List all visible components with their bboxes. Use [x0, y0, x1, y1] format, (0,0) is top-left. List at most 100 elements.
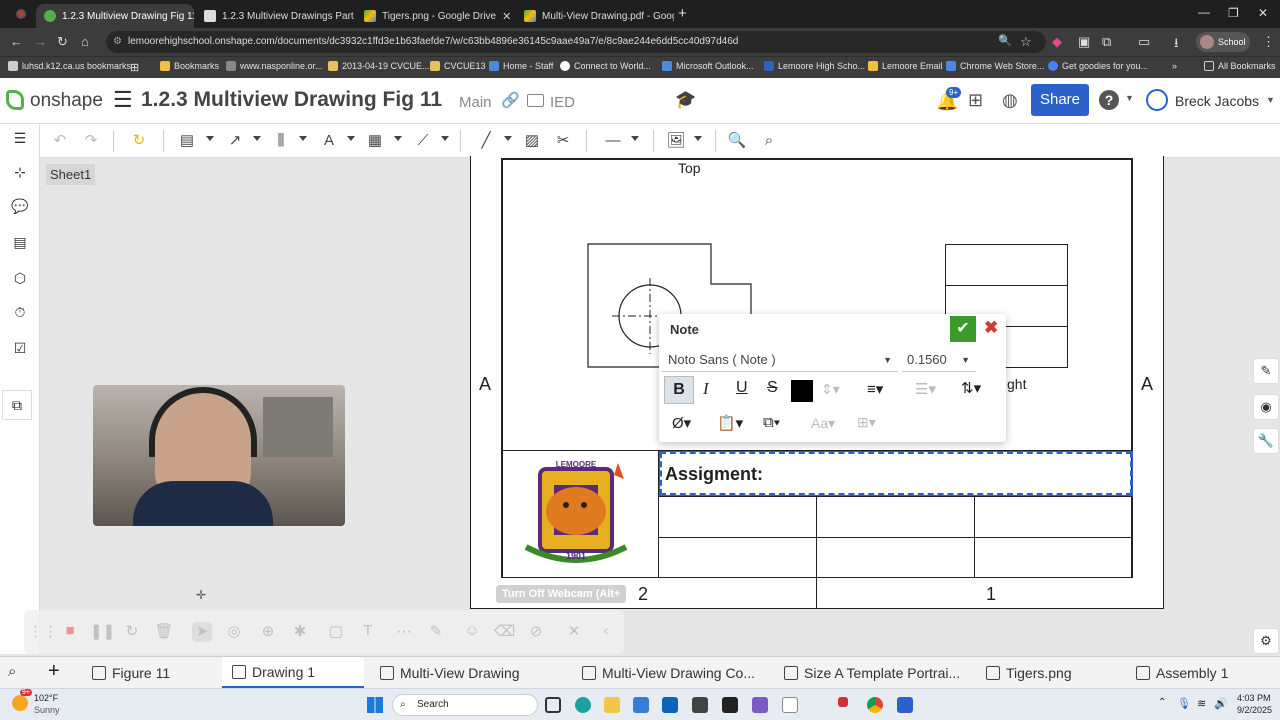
text-color-button[interactable] [791, 380, 813, 402]
comments-icon[interactable]: 💬 [10, 198, 30, 218]
graduation-cap-icon[interactable]: 🎓 [675, 90, 696, 110]
emoji-icon[interactable]: ☺ [462, 622, 482, 642]
store-icon[interactable] [633, 697, 649, 713]
note-icon[interactable]: A [318, 130, 340, 152]
menu-dots-icon[interactable]: ⋮ [1262, 34, 1275, 50]
paste-icon[interactable]: 📋▾ [717, 414, 743, 432]
pointer-icon[interactable]: ➤ [192, 622, 212, 642]
wifi-icon[interactable]: ≋ [1197, 697, 1206, 710]
line-style-icon[interactable]: — [602, 130, 624, 152]
tab-multiview-fig11[interactable]: 1.2.3 Multiview Drawing Fig 11✕ [36, 4, 194, 28]
tab-size-a-template[interactable]: Size A Template Portrai... [774, 657, 970, 688]
assignment-note-text[interactable]: Assigment: [665, 464, 763, 485]
drawing-canvas[interactable]: Sheet1 ⧉ A A Top ght Assigment: LEMOORE … [2, 156, 1250, 654]
onshape-logo[interactable]: onshape [30, 90, 103, 112]
bold-button[interactable]: B [664, 376, 694, 404]
chrome-icon[interactable] [867, 697, 883, 713]
user-name[interactable]: Breck Jacobs [1175, 93, 1259, 109]
edge-icon[interactable] [575, 697, 591, 713]
tab-tigers-drive[interactable]: Tigers.png - Google Drive ✕ [356, 4, 514, 28]
spotlight-icon[interactable]: ◎ [224, 622, 244, 642]
bookmark-item[interactable]: www.nasponline.or... [226, 61, 323, 71]
eraser-icon[interactable]: ⌫ [494, 622, 515, 642]
tab-multiview-pdf[interactable]: Multi-View Drawing.pdf - Goog✕ [516, 4, 674, 28]
pause-icon[interactable]: ❚❚ [90, 622, 115, 642]
undo-icon[interactable]: ↶ [49, 130, 71, 152]
share-button[interactable]: Share [1031, 84, 1089, 116]
weather-text[interactable]: Sunny [34, 705, 60, 715]
trim-scissors-icon[interactable]: ✂ [552, 130, 574, 152]
zoom-icon[interactable]: 🔍 [998, 34, 1012, 47]
strikethrough-button[interactable]: S [767, 379, 778, 397]
learning-center-icon[interactable]: ◍ [1002, 90, 1018, 111]
new-tab-icon[interactable]: + [678, 5, 687, 22]
back-icon[interactable]: ← [10, 34, 23, 49]
italic-button[interactable]: I [703, 379, 709, 399]
tab-multiview-part2[interactable]: 1.2.3 Multiview Drawings Part 2✕ [196, 4, 354, 28]
more-bookmarks-icon[interactable]: » [1172, 61, 1177, 71]
chevron-down-icon[interactable]: ▼ [1266, 95, 1275, 105]
tab-multiview-drawing[interactable]: Multi-View Drawing [370, 657, 530, 688]
bookmark-item[interactable]: Bookmarks [160, 61, 219, 71]
close-window-icon[interactable]: ✕ [1258, 6, 1268, 20]
properties-icon[interactable]: ▤ [10, 234, 30, 254]
hide-annotations-icon[interactable]: ✕ [564, 622, 584, 642]
search-tools-icon[interactable]: 🔍 [726, 130, 748, 152]
help-icon[interactable]: ? [1099, 90, 1119, 110]
download-icon[interactable]: ⭳ [1174, 34, 1179, 56]
restore-icon[interactable]: ❐ [1228, 6, 1239, 20]
hatch-icon[interactable]: ▨ [521, 130, 543, 152]
folder-label[interactable]: IED [550, 94, 575, 111]
tab-assembly-1[interactable]: Assembly 1 [1126, 657, 1238, 688]
drag-handle-icon[interactable]: ⋮⋮ [28, 622, 58, 642]
url-field[interactable]: ⚙ lemoorehighschool.onshape.com/document… [106, 31, 1046, 53]
bookmark-item[interactable]: Lemoore High Scho... [764, 61, 865, 71]
weather-temp[interactable]: 102°F [34, 693, 58, 703]
appearance-icon[interactable]: ◉ [1253, 394, 1279, 420]
tab-multiview-drawing-copy[interactable]: Multi-View Drawing Co... [572, 657, 765, 688]
line-icon[interactable]: ╱ [475, 130, 497, 152]
bookmark-item[interactable]: Microsoft Outlook... [662, 61, 754, 71]
underline-button[interactable]: U [736, 379, 748, 397]
branch-label[interactable]: Main [459, 94, 492, 111]
clock-time[interactable]: 4:03 PM [1237, 693, 1271, 703]
rectangle-tool-icon[interactable]: ▢ [326, 622, 346, 642]
extensions-puzzle-icon[interactable]: ⧉ [1102, 34, 1111, 50]
bookmark-item[interactable]: 2013-04-19 CVCUE... [328, 61, 430, 71]
close-tab-icon[interactable]: ✕ [502, 10, 511, 23]
insert-image-icon[interactable]: 🖼 [665, 130, 687, 152]
ordinate-icon[interactable]: ⫼ [270, 130, 292, 152]
timer-icon[interactable]: ⏱ [10, 304, 30, 324]
reload-icon[interactable]: ↻ [57, 34, 68, 50]
stop-record-icon[interactable]: ■ [60, 622, 80, 642]
restart-icon[interactable]: ↻ [122, 622, 142, 642]
insert-view-icon[interactable]: ▤ [176, 130, 198, 152]
highlight-icon[interactable]: ✱ [290, 622, 310, 642]
feature-list-icon[interactable]: ☰ [10, 130, 30, 150]
bookmark-item[interactable]: Home - Staff [489, 61, 553, 71]
app-icon[interactable] [692, 697, 708, 713]
tools-wrench-icon[interactable]: 🔧 [1253, 428, 1279, 454]
insert-part-icon[interactable]: ⊹ [10, 164, 30, 184]
close-dialog-icon[interactable]: ✖ [984, 318, 998, 338]
font-size-select[interactable]: 0.1560 ▼ [902, 348, 976, 372]
tab-figure-11[interactable]: Figure 11 [82, 657, 180, 688]
regenerate-icon[interactable]: ↻ [128, 130, 150, 152]
tab-list-search-icon[interactable]: ⌕ [8, 663, 16, 680]
outlook-icon[interactable] [662, 697, 678, 713]
view-cube-icon[interactable]: ⚙ [1253, 628, 1279, 654]
minimize-icon[interactable]: — [1198, 5, 1210, 19]
vertical-align-icon[interactable]: ⇅▾ [961, 379, 981, 397]
diameter-symbol-icon[interactable]: Ø▾ [672, 414, 691, 432]
insert-field-icon[interactable]: ⧉▾ [763, 414, 780, 431]
home-icon[interactable]: ⌂ [81, 34, 89, 49]
text-tool-icon[interactable]: T [358, 622, 378, 642]
bookmark-item[interactable]: Lemoore Email [868, 61, 943, 71]
volume-icon[interactable]: 🔊 [1214, 697, 1228, 710]
bookmark-item[interactable]: Get goodies for you... [1048, 61, 1148, 71]
onshape-logo-icon[interactable] [6, 90, 24, 110]
app-store-icon[interactable]: ⊞ [968, 90, 983, 111]
notepad-icon[interactable] [782, 697, 798, 713]
app-icon[interactable] [897, 697, 913, 713]
star-icon[interactable]: ☆ [1020, 34, 1032, 50]
